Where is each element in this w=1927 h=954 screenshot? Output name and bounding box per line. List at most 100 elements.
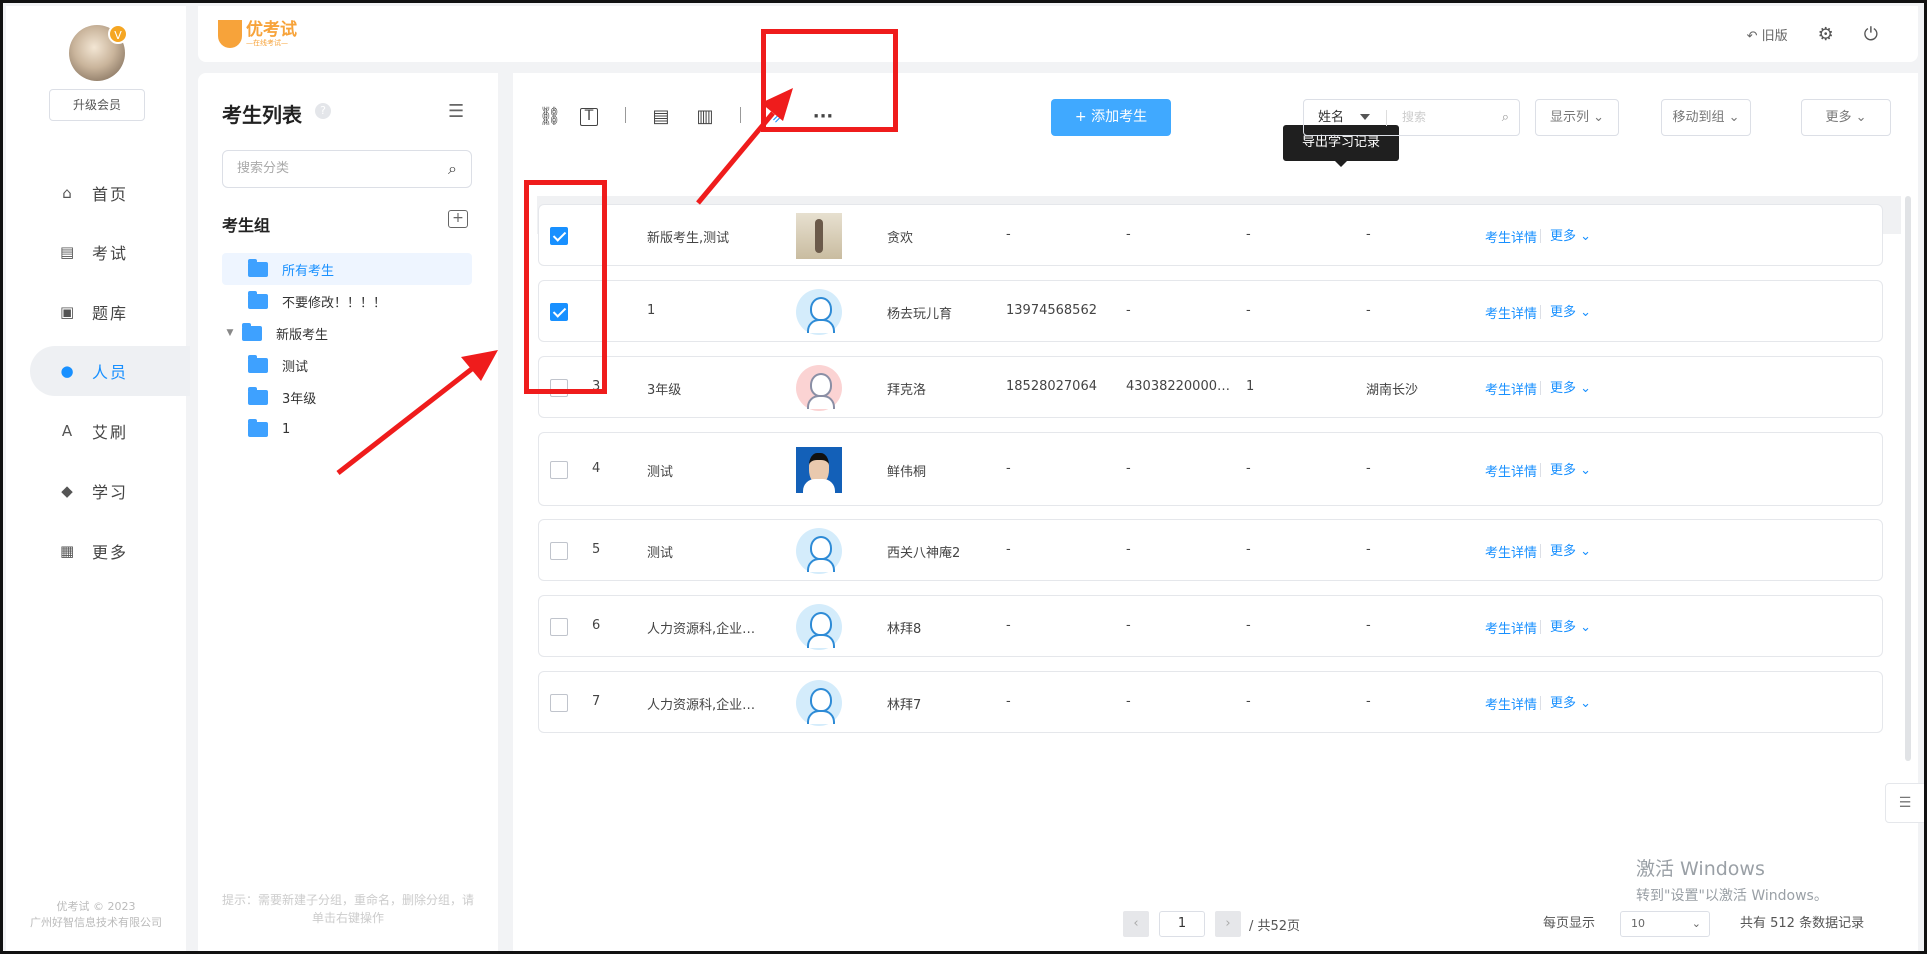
expand-caret-icon[interactable]: ▼ (224, 328, 236, 338)
watermark-line2: 转到"设置"以激活 Windows。 (1636, 888, 1828, 904)
nav-item-0[interactable]: ⌂ 首页 (30, 168, 190, 218)
cell-no: 4 (592, 461, 601, 476)
table-scrollbar[interactable] (1905, 196, 1911, 761)
examinee-detail-link[interactable]: 考生详情 (1485, 227, 1537, 246)
cell-no: 5 (592, 542, 601, 557)
prev-page-button[interactable]: ‹ (1123, 911, 1149, 937)
cell-address: - (1366, 694, 1371, 709)
toolbar-divider (740, 107, 741, 123)
nav-item-3[interactable]: ● 人员 (30, 346, 190, 396)
cell-grade: - (1246, 303, 1251, 318)
more-dropdown[interactable]: 更多 ⌄ (1801, 99, 1891, 136)
row-checkbox[interactable] (550, 618, 568, 636)
copyright-line2: 广州好智信息技术有限公司 (30, 916, 162, 929)
group-tip: 提示：需要新建子分组，重命名，删除分组，请单击右键操作 (221, 893, 474, 925)
cell-name: 西关八神庵2 (887, 546, 961, 561)
examinee-detail-link[interactable]: 考生详情 (1485, 461, 1537, 480)
cell-phone: 13974568562 (1006, 303, 1097, 318)
row-more-label: 更多 (1550, 620, 1577, 635)
cell-address: 湖南长沙 (1366, 383, 1419, 398)
group-tree-label: 1 (282, 421, 291, 437)
cell-grade: - (1246, 542, 1251, 557)
nav-item-5[interactable]: ◆ 学习 (30, 466, 190, 516)
examinee-detail-link[interactable]: 考生详情 (1485, 694, 1537, 713)
home-icon: ⌂ (62, 184, 74, 202)
examinee-detail-link[interactable]: 考生详情 (1485, 618, 1537, 637)
cell-id: - (1126, 461, 1131, 476)
group-tree-item[interactable]: 3年级 (222, 381, 472, 413)
chat-icon[interactable]: ☰ (1885, 783, 1924, 823)
row-checkbox[interactable] (550, 542, 568, 560)
upgrade-membership-button[interactable]: 升级会员 (49, 89, 145, 121)
move-to-group-dropdown[interactable]: 移动到组 ⌄ (1661, 99, 1751, 136)
folder-icon (242, 322, 262, 341)
nav-item-label: 考试 (92, 244, 129, 263)
group-tree-item[interactable]: 不要修改！！！！ (222, 285, 472, 317)
row-more-dropdown[interactable]: 更多 ⌄ (1550, 540, 1591, 559)
add-examinee-button[interactable]: + 添加考生 (1051, 99, 1171, 136)
table-row[interactable]: 新版考生,测试 贪欢 - - - - 考生详情 更多 ⌄ (538, 204, 1883, 266)
text-tool-icon[interactable]: T (580, 108, 598, 126)
search-input[interactable]: 搜索 (1402, 100, 1426, 135)
table-row[interactable]: 3 3年级 拜克洛 18528027064 4303822000021… 1 湖南长沙 考生详… (538, 356, 1883, 418)
row-more-dropdown[interactable]: 更多 ⌄ (1550, 377, 1591, 396)
help-icon[interactable]: ? (315, 103, 331, 119)
nav-item-6[interactable]: ▦ 更多 (30, 526, 190, 576)
row-checkbox[interactable] (550, 694, 568, 712)
table-row[interactable]: 6 人力资源科,企业… 林拜8 - - - - 考生详情 更多 ⌄ (538, 595, 1883, 657)
group-search-input[interactable]: 搜索分类 ⌕ (222, 150, 472, 188)
settings-gear-icon[interactable]: ⚙ (1818, 24, 1834, 45)
search-icon[interactable]: ⌕ (1502, 100, 1509, 135)
action-divider (1540, 463, 1541, 477)
cell-phone: 18528027064 (1006, 379, 1097, 394)
cell-group: 人力资源科,企业… (647, 698, 756, 713)
nav-item-4[interactable]: A 艾刷 (30, 406, 190, 456)
cell-group: 新版考生,测试 (647, 231, 730, 246)
page-number-input[interactable]: 1 (1159, 911, 1205, 937)
next-page-button[interactable]: › (1215, 911, 1241, 937)
table-row[interactable]: 7 人力资源科,企业… 林拜7 - - - - 考生详情 更多 ⌄ (538, 671, 1883, 733)
per-page-select[interactable]: 10 ⌄ (1620, 911, 1710, 937)
row-checkbox[interactable] (550, 461, 568, 479)
logo[interactable]: 优考试 —在线考试— (218, 20, 297, 48)
clear-records-icon[interactable]: ▤ (649, 106, 673, 127)
row-more-dropdown[interactable]: 更多 ⌄ (1550, 459, 1591, 478)
nav-item-1[interactable]: ▤ 考试 (30, 227, 190, 277)
table-row[interactable]: 1 杨去玩儿育 13974568562 - - - 考生详情 更多 ⌄ (538, 280, 1883, 342)
chevron-down-icon: ⌄ (1576, 229, 1592, 244)
filter-field-select[interactable]: 姓名 (1318, 100, 1344, 135)
examinee-detail-link[interactable]: 考生详情 (1485, 303, 1537, 322)
row-more-label: 更多 (1550, 463, 1577, 478)
table-row[interactable]: 5 测试 西关八神庵2 - - - - 考生详情 更多 ⌄ (538, 519, 1883, 581)
row-more-dropdown[interactable]: 更多 ⌄ (1550, 225, 1591, 244)
nav-item-2[interactable]: ▣ 题库 (30, 287, 190, 337)
examinee-detail-link[interactable]: 考生详情 (1485, 379, 1537, 398)
add-folder-icon[interactable]: + (448, 210, 468, 228)
chevron-down-icon: ⌄ (1576, 696, 1592, 711)
link-icon[interactable]: ⛓ (538, 106, 562, 127)
bar-chart-icon[interactable]: ▥ (693, 106, 717, 127)
group-tree-item[interactable]: 1 (222, 413, 472, 445)
group-tree-item[interactable]: 所有考生 (222, 253, 472, 285)
search-icon[interactable]: ⌕ (448, 151, 457, 187)
folder-icon (248, 258, 268, 277)
cell-name: 鲜伟桐 (887, 465, 927, 480)
row-more-dropdown[interactable]: 更多 ⌄ (1550, 301, 1591, 320)
group-tree-item[interactable]: 测试 (222, 349, 472, 381)
table-row[interactable]: 4 测试 鲜伟桐 - - - - 考生详情 更多 ⌄ (538, 432, 1883, 506)
caret-down-icon[interactable] (1360, 114, 1370, 120)
collapse-menu-icon[interactable]: ☰ (448, 101, 464, 122)
row-more-dropdown[interactable]: 更多 ⌄ (1550, 616, 1591, 635)
copyright: 优考试 © 2023 广州好智信息技术有限公司 (16, 899, 176, 931)
examinee-detail-link[interactable]: 考生详情 (1485, 542, 1537, 561)
row-more-dropdown[interactable]: 更多 ⌄ (1550, 692, 1591, 711)
old-version-link[interactable]: ↶ 旧版 (1747, 25, 1788, 44)
action-divider (1540, 305, 1541, 319)
filter-divider (1386, 110, 1387, 126)
nav-item-label: 学习 (92, 483, 129, 502)
cell-grade: - (1246, 694, 1251, 709)
group-search-placeholder: 搜索分类 (237, 161, 290, 176)
show-columns-dropdown[interactable]: 显示列 ⌄ (1535, 99, 1619, 136)
power-icon[interactable]: ⏻ (1864, 24, 1878, 45)
group-tree-item[interactable]: ▼ 新版考生 (222, 317, 472, 349)
